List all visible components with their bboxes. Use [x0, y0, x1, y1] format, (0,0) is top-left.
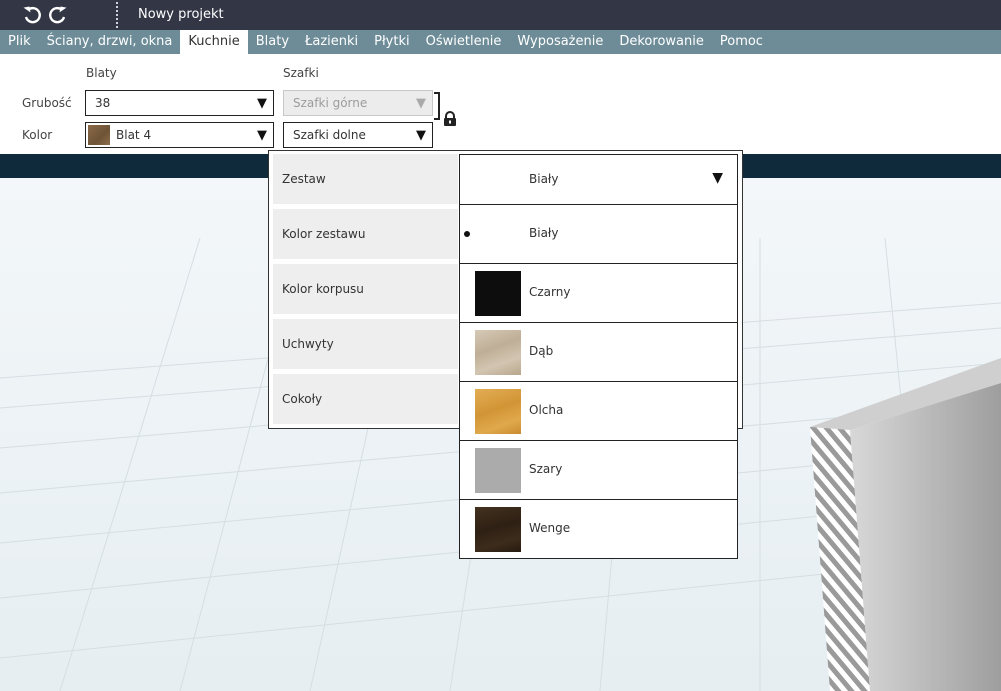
chevron-down-icon: ▼ — [416, 128, 426, 143]
szafki-dolne-select[interactable]: Szafki dolne ▼ — [283, 122, 433, 148]
menu-item-sciany[interactable]: Ściany, drzwi, okna — [39, 30, 181, 54]
prop-row-zestaw[interactable]: Zestaw — [273, 154, 458, 204]
grubosc-value: 38 — [95, 96, 111, 110]
option-label: Czarny — [529, 285, 571, 299]
prop-label: Kolor korpusu — [282, 282, 364, 296]
chevron-down-icon: ▼ — [257, 128, 267, 143]
project-title: Nowy projekt — [138, 7, 224, 22]
option-label: Wenge — [529, 521, 571, 535]
prop-row-kolor-zestawu[interactable]: Kolor zestawu — [273, 209, 458, 259]
kolor-label: Kolor — [22, 128, 53, 142]
option-wenge[interactable]: Wenge — [460, 500, 737, 559]
kolor-select[interactable]: Blat 4 ▼ — [85, 122, 274, 148]
lock-icon[interactable] — [443, 111, 457, 127]
blaty-heading: Blaty — [86, 66, 117, 80]
menu-item-lazienki[interactable]: Łazienki — [297, 30, 366, 54]
prop-label: Kolor zestawu — [282, 227, 366, 241]
option-label: Dąb — [529, 344, 554, 358]
menu-item-wyposazenie[interactable]: Wyposażenie — [509, 30, 611, 54]
redo-icon[interactable] — [48, 5, 68, 25]
color-swatch — [475, 507, 521, 552]
kitchen-toolbar: Blaty Szafki Grubość Kolor 38 ▼ Blat 4 ▼… — [0, 54, 1001, 154]
blat-swatch — [88, 125, 110, 145]
option-label: Olcha — [529, 403, 564, 417]
kolor-value: Blat 4 — [116, 128, 152, 142]
menu-item-kuchnie[interactable]: Kuchnie — [180, 30, 248, 54]
menu-item-dekorowanie[interactable]: Dekorowanie — [611, 30, 712, 54]
menu-item-plik[interactable]: Plik — [0, 30, 39, 54]
option-dab[interactable]: Dąb — [460, 323, 737, 382]
title-separator — [116, 2, 118, 28]
option-label: Szary — [529, 462, 563, 476]
prop-label: Cokoły — [282, 392, 323, 406]
zestaw-dropdown-list: Biały Czarny Dąb Olcha Szary Wenge — [459, 205, 738, 559]
szafki-dolne-value: Szafki dolne — [293, 128, 366, 142]
menu-item-plytki[interactable]: Płytki — [366, 30, 417, 54]
zestaw-value: Biały — [529, 172, 559, 186]
szafki-gorne-value: Szafki górne — [293, 96, 368, 110]
grubosc-select[interactable]: 38 ▼ — [85, 90, 274, 116]
color-swatch — [475, 389, 521, 434]
prop-row-uchwyty[interactable]: Uchwyty — [273, 319, 458, 369]
chevron-down-icon: ▼ — [416, 96, 426, 111]
prop-row-cokoly[interactable]: Cokoły — [273, 374, 458, 424]
option-bialy[interactable]: Biały — [460, 205, 737, 264]
grubosc-label: Grubość — [22, 96, 72, 110]
menu-bar: Plik Ściany, drzwi, okna Kuchnie Blaty Ł… — [0, 30, 1001, 54]
option-olcha[interactable]: Olcha — [460, 382, 737, 441]
option-szary[interactable]: Szary — [460, 441, 737, 500]
prop-label: Zestaw — [282, 172, 326, 186]
selected-dot-icon — [464, 231, 470, 237]
menu-item-pomoc[interactable]: Pomoc — [712, 30, 771, 54]
link-bracket — [434, 92, 440, 120]
color-swatch — [475, 448, 521, 493]
szafki-heading: Szafki — [283, 66, 319, 80]
color-swatch — [475, 330, 521, 375]
option-czarny[interactable]: Czarny — [460, 264, 737, 323]
chevron-down-icon: ▼ — [257, 96, 267, 111]
menu-item-oswietlenie[interactable]: Oświetlenie — [418, 30, 510, 54]
prop-row-kolor-korpusu[interactable]: Kolor korpusu — [273, 264, 458, 314]
menu-item-blaty[interactable]: Blaty — [248, 30, 297, 54]
color-swatch — [475, 271, 521, 316]
zestaw-select[interactable]: Biały ▼ — [459, 154, 738, 205]
undo-icon[interactable] — [22, 5, 42, 25]
prop-label: Uchwyty — [282, 337, 334, 351]
szafki-gorne-select: Szafki górne ▼ — [283, 90, 433, 116]
option-label: Biały — [529, 226, 559, 240]
title-bar: Nowy projekt — [0, 0, 1001, 30]
chevron-down-icon: ▼ — [712, 170, 723, 186]
